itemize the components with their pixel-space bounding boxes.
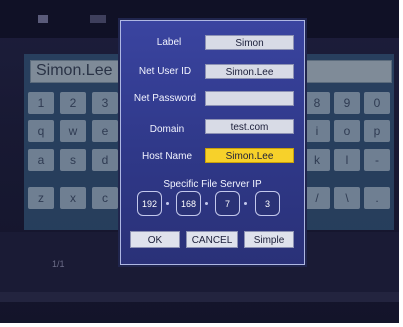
keyboard-key[interactable]: / [304,187,330,209]
host-name-label: Host Name [141,151,192,162]
keyboard-key[interactable]: d [92,149,118,171]
domain-label: Domain [149,124,185,135]
keyboard-key[interactable]: e [92,120,118,142]
cancel-button[interactable]: CANCEL [186,231,238,248]
simple-button[interactable]: Simple [244,231,294,248]
domain-field[interactable]: test.com [205,119,294,134]
keyboard-key[interactable]: l [334,149,360,171]
label-field[interactable]: Simon [205,35,294,50]
ip-octet-field[interactable]: 7 [215,191,240,216]
keyboard-key[interactable]: 8 [304,92,330,114]
keyboard-key[interactable]: . [364,187,390,209]
label-field-label: Label [156,37,182,48]
top-bar-icon [38,15,48,23]
keyboard-key[interactable]: o [334,120,360,142]
keyboard-key[interactable]: 1 [28,92,54,114]
keyboard-key[interactable]: a [28,149,54,171]
keyboard-input-text: Simon.Lee [36,62,113,79]
page-indicator: 1/1 [52,259,65,269]
ip-octet-field[interactable]: 3 [255,191,280,216]
keyboard-key[interactable]: w [60,120,86,142]
tv-screen: Simon.Lee 1 2 3 q w e a s d z x c 8 9 0 … [0,0,403,327]
top-bar-icon [90,15,106,23]
net-password-field[interactable] [205,91,294,106]
keyboard-key[interactable]: p [364,120,390,142]
ip-octet-field[interactable]: 168 [176,191,201,216]
ip-separator-dot [205,202,208,205]
keyboard-key[interactable]: k [304,149,330,171]
keyboard-key[interactable]: i [304,120,330,142]
keyboard-key[interactable]: - [364,149,390,171]
host-name-field[interactable]: Simon.Lee [205,148,294,163]
keyboard-key[interactable]: s [60,149,86,171]
keyboard-key[interactable]: c [92,187,118,209]
keyboard-key[interactable]: 0 [364,92,390,114]
net-password-label: Net Password [133,93,197,104]
keyboard-key[interactable]: z [28,187,54,209]
frame-edge [399,0,403,327]
network-settings-dialog: Label Simon Net User ID Simon.Lee Net Pa… [120,20,305,265]
ok-button[interactable]: OK [130,231,180,248]
net-user-id-field[interactable]: Simon.Lee [205,64,294,79]
ip-octet-field[interactable]: 192 [137,191,162,216]
ip-separator-dot [166,202,169,205]
keyboard-key[interactable]: x [60,187,86,209]
keyboard-key[interactable]: q [28,120,54,142]
bottom-bar [0,292,403,302]
net-user-id-label: Net User ID [138,66,192,77]
ip-separator-dot [244,202,247,205]
file-server-ip-title: Specific File Server IP [163,179,262,190]
frame-edge [0,323,403,327]
keyboard-key[interactable]: 3 [92,92,118,114]
keyboard-key[interactable]: 9 [334,92,360,114]
keyboard-key[interactable]: \ [334,187,360,209]
keyboard-key[interactable]: 2 [60,92,86,114]
